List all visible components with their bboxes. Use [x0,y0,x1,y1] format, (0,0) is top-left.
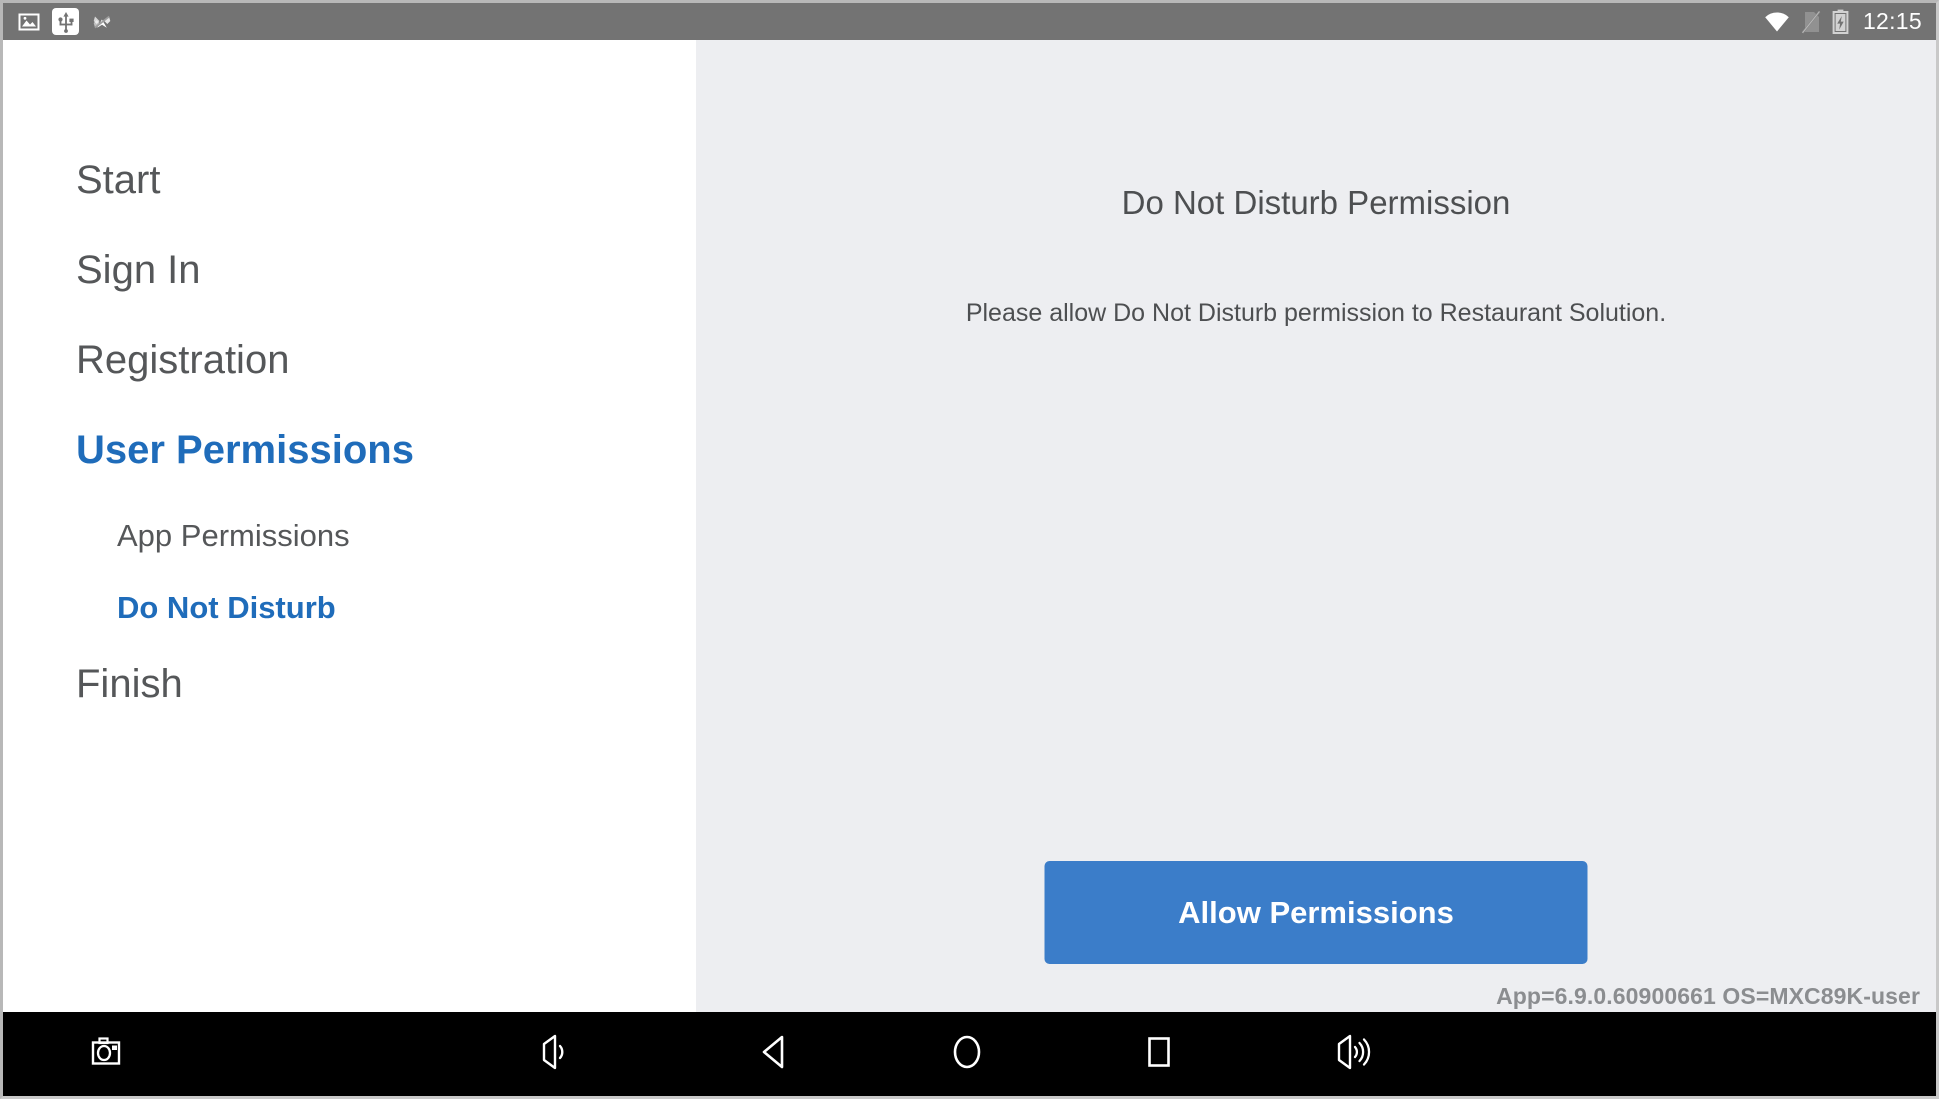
status-bar-clock: 12:15 [1862,8,1922,34]
sidebar-item-start[interactable]: Start [3,160,696,200]
setup-wizard-sidebar: Start Sign In Registration User Permissi… [3,40,696,1018]
status-bar-left-icons [17,8,114,35]
wifi-icon [1764,11,1790,33]
volume-up-icon [1333,1034,1377,1075]
allow-permissions-button[interactable]: Allow Permissions [1044,861,1588,964]
permission-description: Please allow Do Not Disturb permission t… [965,299,1667,327]
sidebar-item-registration[interactable]: Registration [3,340,696,380]
device-screen: 12:15 Start Sign In Registration User Pe… [0,0,1939,1099]
no-sim-icon [1801,10,1821,34]
screenshot-button[interactable] [63,1012,153,1096]
page-title: Do Not Disturb Permission [1121,184,1511,221]
main-panel: Do Not Disturb Permission Please allow D… [696,40,1936,1018]
volume-down-button[interactable] [513,1012,603,1096]
sidebar-item-user-permissions[interactable]: User Permissions [3,430,696,470]
volume-down-icon [538,1034,578,1075]
status-bar-right-icons: 12:15 [1764,9,1922,34]
back-button[interactable] [730,1012,820,1096]
recents-square-icon [1142,1033,1176,1076]
screenshot-image-icon [17,10,41,34]
sidebar-item-do-not-disturb[interactable]: Do Not Disturb [3,592,696,623]
muted-cross-icon [90,10,114,34]
home-button[interactable] [922,1012,1012,1096]
content-area: Start Sign In Registration User Permissi… [3,40,1936,1018]
battery-charging-icon [1832,9,1849,34]
sidebar-item-app-permissions[interactable]: App Permissions [3,520,696,551]
recents-button[interactable] [1114,1012,1204,1096]
volume-up-button[interactable] [1310,1012,1400,1096]
camera-icon [89,1036,127,1073]
back-triangle-icon [758,1034,792,1075]
status-bar: 12:15 [3,3,1936,40]
version-info-label: App=6.9.0.60900661 OS=MXC89K-user [1496,983,1920,1009]
usb-icon [52,8,79,35]
sidebar-item-finish[interactable]: Finish [3,664,696,704]
android-navigation-bar [3,1012,1936,1096]
sidebar-item-sign-in[interactable]: Sign In [3,250,696,290]
home-circle-icon [949,1033,985,1076]
